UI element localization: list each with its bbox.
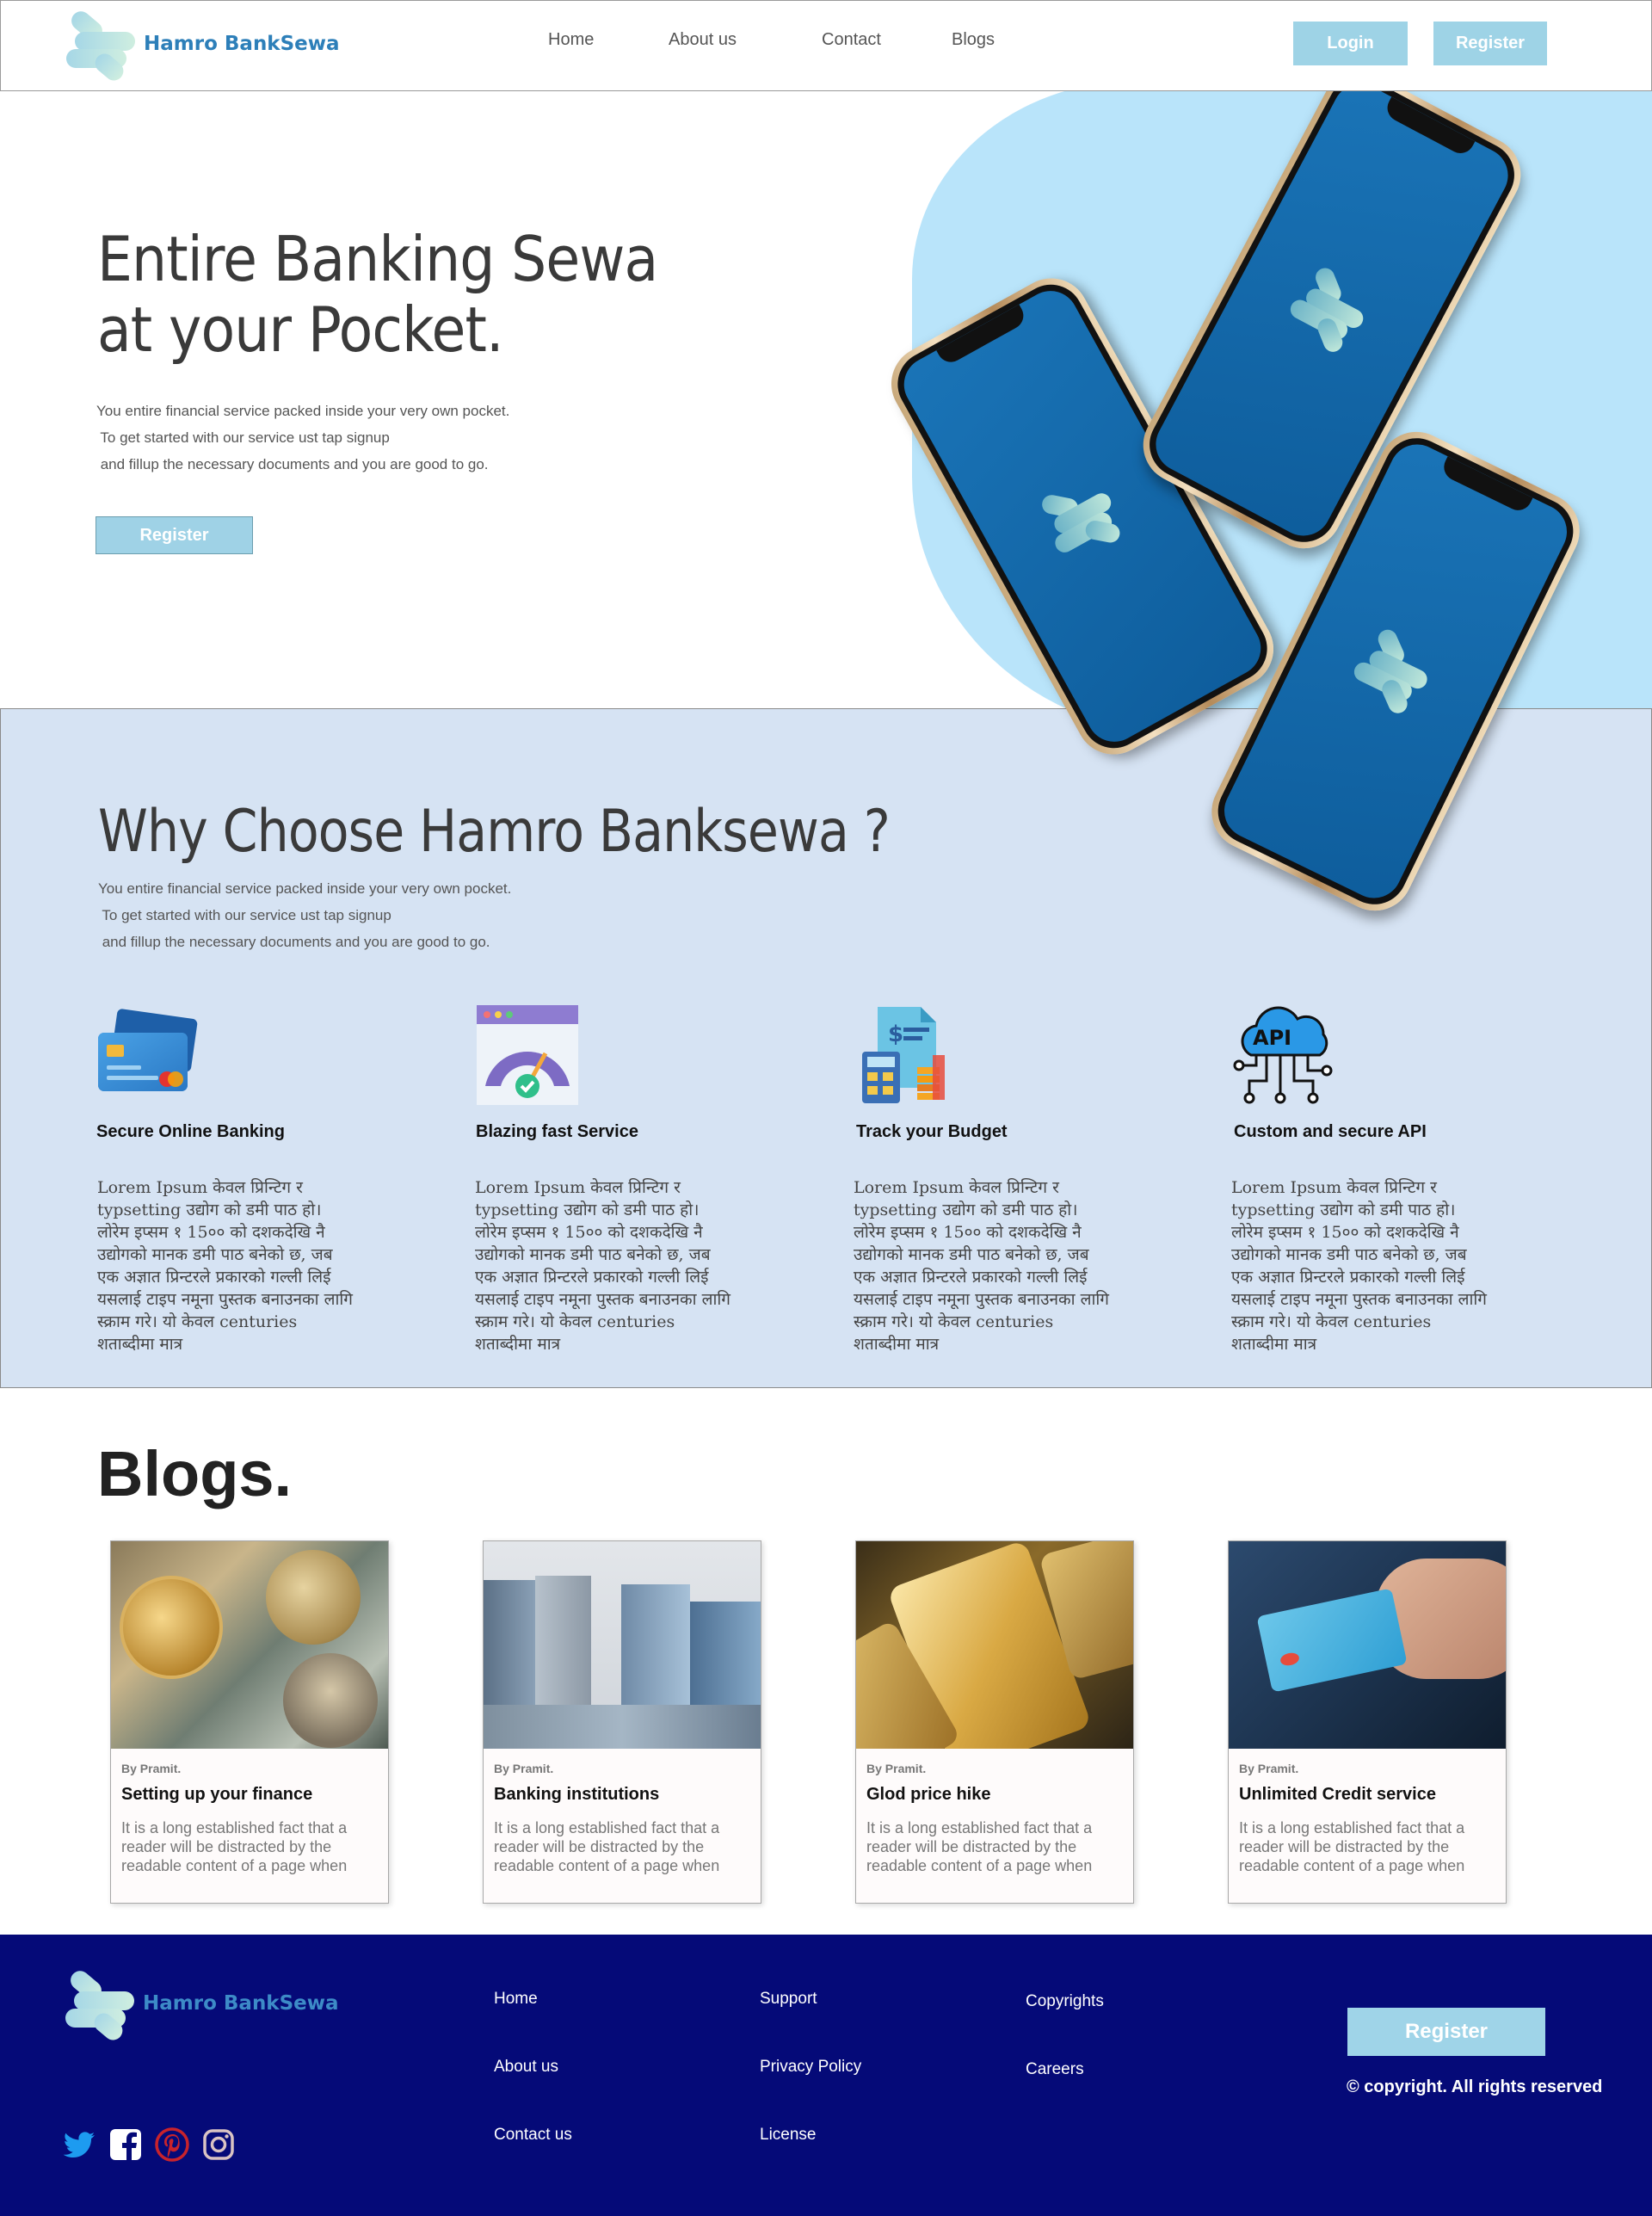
blog-title[interactable]: Setting up your finance [121,1785,312,1805]
hero-register-button[interactable]: Register [96,516,253,554]
blog-card[interactable]: By Pramit. Glod price hike It is a long … [855,1540,1134,1904]
speed-gauge-icon [477,1005,578,1105]
blog-card[interactable]: By Pramit. Banking institutions It is a … [483,1540,761,1904]
nav-blogs[interactable]: Blogs [952,30,995,50]
logo-icon [1279,260,1384,360]
why-description: You entire financial service packed insi… [98,880,512,950]
hero-title: Entire Banking Sewa at your Pocket. [97,223,658,366]
feature-body: Lorem Ipsum केवल प्रिन्टिग र typsetting … [854,1178,1109,1354]
nav-about[interactable]: About us [669,30,737,50]
blog-title[interactable]: Unlimited Credit service [1239,1785,1436,1805]
twitter-icon[interactable] [62,2127,96,2162]
footer-link-careers[interactable]: Careers [1026,2060,1084,2079]
footer-link-privacy[interactable]: Privacy Policy [760,2058,861,2077]
feature-title: Blazing fast Service [476,1122,638,1141]
hero-description: You entire financial service packed insi… [96,403,510,472]
instagram-icon[interactable] [201,2127,236,2162]
cloud-api-icon: API [1233,1006,1333,1104]
footer-link-home[interactable]: Home [494,1990,538,2009]
bitcoin-dollar-photo [111,1541,388,1749]
why-title: Why Choose Hamro Banksewa ? [98,798,891,866]
blog-author: By Pramit. [121,1762,182,1775]
site-header: Hamro BankSewa Home About us Contact Blo… [0,0,1652,91]
blog-excerpt: It is a long established fact that a rea… [866,1819,1093,1874]
blog-title[interactable]: Glod price hike [866,1785,990,1805]
footer-brand-logo[interactable]: Hamro BankSewa [62,1966,339,2044]
facebook-icon[interactable] [108,2127,143,2162]
feature-title: Secure Online Banking [96,1122,285,1141]
logo-icon [1030,466,1136,567]
nav-home[interactable]: Home [548,30,594,50]
logo-icon [1343,622,1447,720]
brand-name: Hamro BankSewa [144,33,340,55]
logo-icon [62,1966,138,2044]
brand-name: Hamro BankSewa [143,1992,339,2015]
blog-title[interactable]: Banking institutions [494,1785,659,1805]
feature-body: Lorem Ipsum केवल प्रिन्टिग र typsetting … [97,1178,353,1354]
footer-link-copyrights[interactable]: Copyrights [1026,1992,1104,2011]
footer-link-support[interactable]: Support [760,1990,817,2009]
gold-bars-photo [856,1541,1133,1749]
budget-calculator-icon: $ [862,1007,945,1103]
logo-icon [63,7,139,84]
footer-link-license[interactable]: License [760,2126,817,2145]
blog-card[interactable]: By Pramit. Unlimited Credit service It i… [1228,1540,1507,1904]
blogs-title: Blogs. [97,1438,293,1509]
api-label: API [1253,1026,1291,1050]
blog-author: By Pramit. [866,1762,927,1775]
credit-card-hand-photo [1229,1541,1506,1749]
blog-excerpt: It is a long established fact that a rea… [1239,1819,1465,1874]
blog-author: By Pramit. [494,1762,554,1775]
blog-excerpt: It is a long established fact that a rea… [121,1819,348,1874]
login-button[interactable]: Login [1293,22,1408,65]
feature-body: Lorem Ipsum केवल प्रिन्टिग र typsetting … [475,1178,730,1354]
brand-logo[interactable]: Hamro BankSewa [63,7,340,84]
footer-register-button[interactable]: Register [1347,2008,1545,2056]
nav-contact[interactable]: Contact [822,30,881,50]
footer-link-contact[interactable]: Contact us [494,2126,572,2145]
blog-excerpt: It is a long established fact that a rea… [494,1819,720,1874]
blog-author: By Pramit. [1239,1762,1299,1775]
feature-title: Track your Budget [856,1122,1008,1141]
pinterest-icon[interactable] [155,2127,189,2162]
footer-link-about[interactable]: About us [494,2058,558,2077]
header-register-button[interactable]: Register [1433,22,1547,65]
bank-buildings-photo [484,1541,761,1749]
blog-card[interactable]: By Pramit. Setting up your finance It is… [110,1540,389,1904]
feature-title: Custom and secure API [1234,1122,1427,1141]
copyright-text: © copyright. All rights reserved [1347,2077,1603,2096]
credit-card-icon [98,1009,198,1091]
svg-text:$: $ [888,1022,903,1047]
feature-body: Lorem Ipsum केवल प्रिन्टिग र typsetting … [1231,1178,1487,1354]
